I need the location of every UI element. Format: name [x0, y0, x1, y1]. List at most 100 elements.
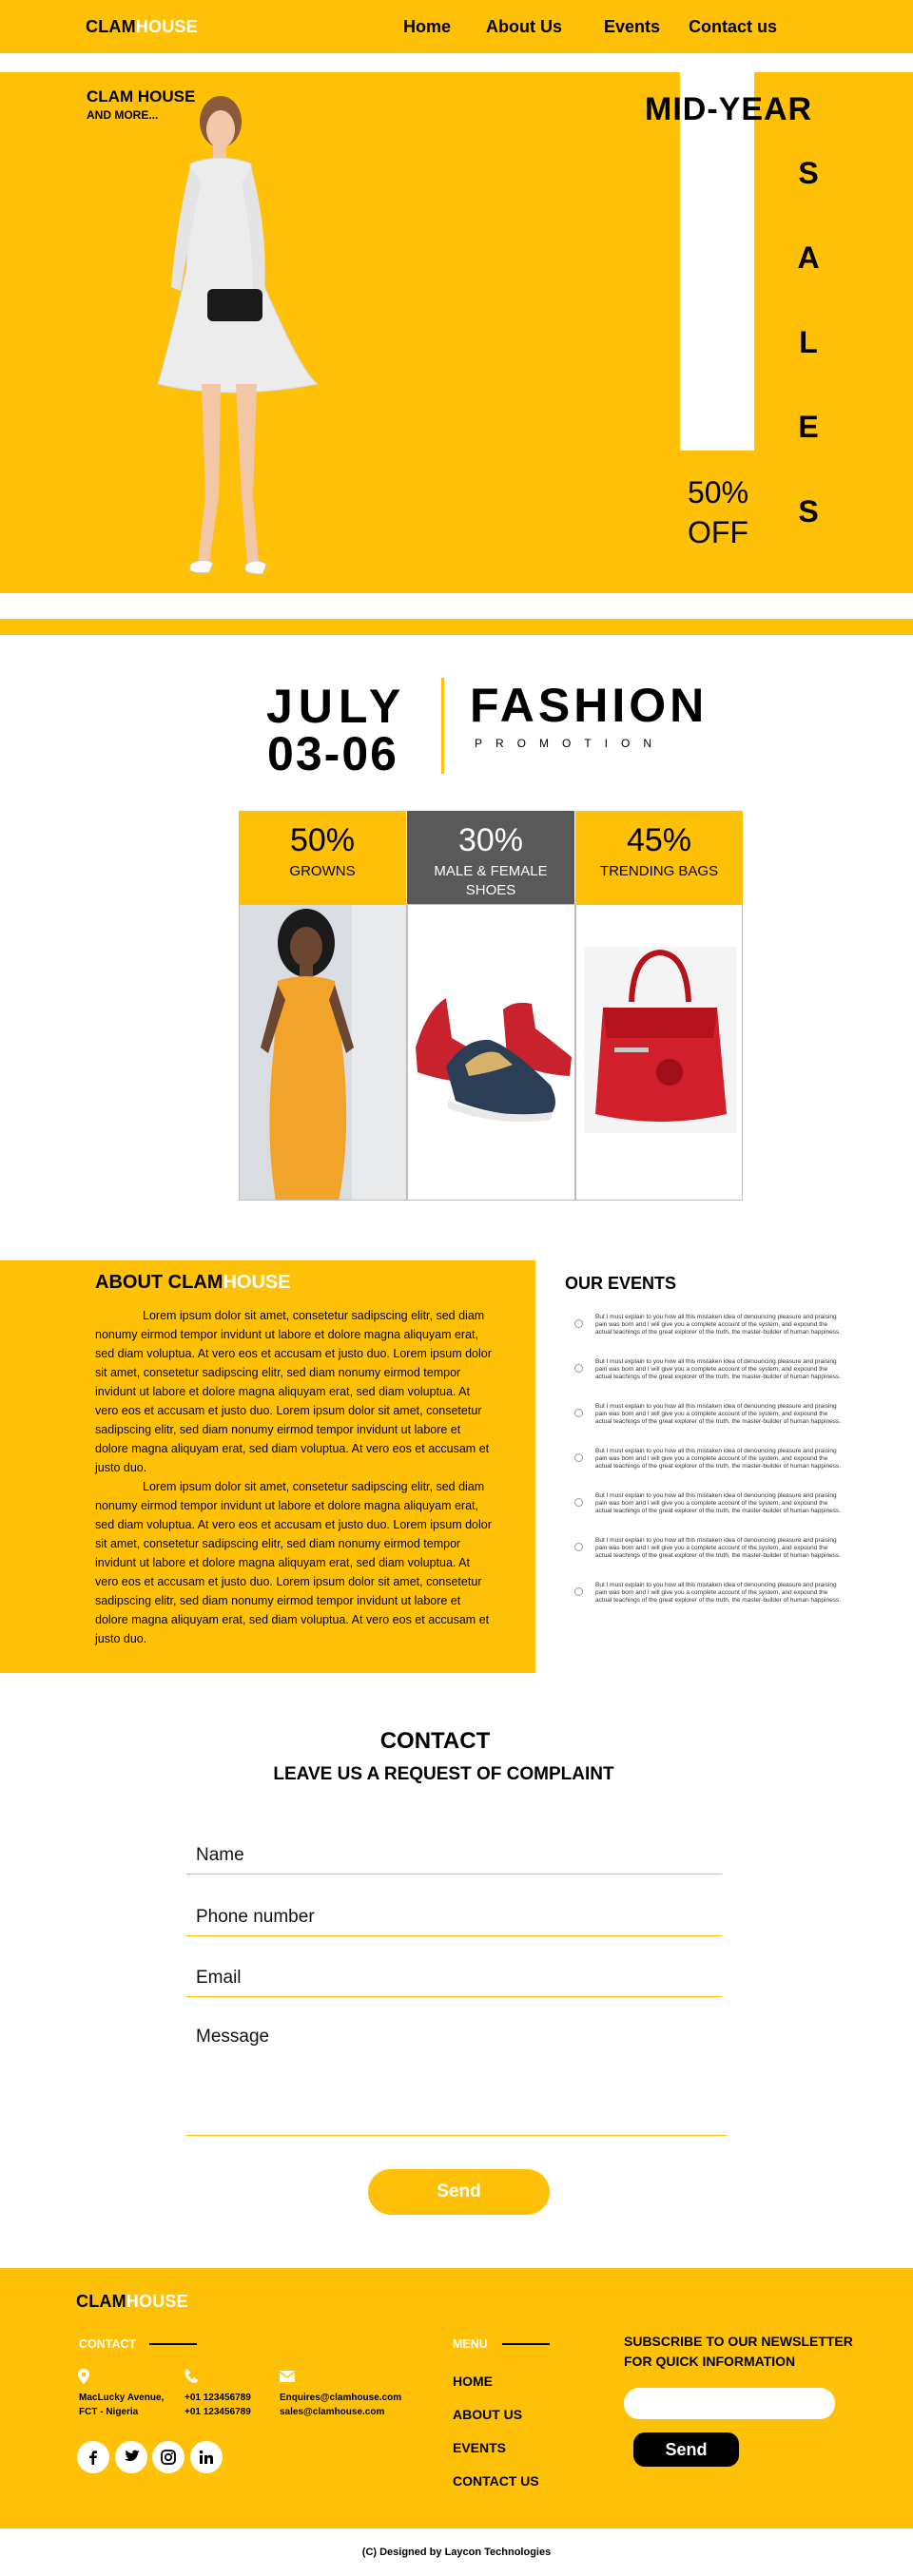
logo-light-text: HOUSE: [135, 17, 198, 36]
location-icon: [78, 2369, 89, 2384]
card-label: MALE & FEMALE SHOES: [434, 863, 548, 898]
phone-number[interactable]: +01 123456789: [185, 2391, 251, 2405]
event-bullet[interactable]: [574, 1409, 583, 1417]
event-item[interactable]: But I must explain to you how all this m…: [574, 1314, 860, 1358]
promo-divider: [441, 678, 444, 774]
contact-send-button[interactable]: Send: [368, 2169, 550, 2215]
newsletter-line: SUBSCRIBE TO OUR NEWSLETTER: [624, 2334, 853, 2349]
event-item[interactable]: But I must explain to you how all this m…: [574, 1358, 860, 1403]
footer-menu-about[interactable]: ABOUT US: [453, 2407, 522, 2422]
event-text: But I must explain to you how all this m…: [595, 1448, 841, 1470]
promo-subtitle: PROMOTION: [475, 737, 665, 750]
facebook-icon[interactable]: [77, 2441, 109, 2473]
hero-model-image: [157, 96, 320, 575]
footer-menu-home[interactable]: HOME: [453, 2374, 493, 2389]
card-percent: 45%: [626, 822, 692, 858]
bag-image[interactable]: [575, 904, 743, 1201]
promo-card-header-bags[interactable]: 45% TRENDING BAGS: [575, 811, 743, 904]
footer-phones: +01 123456789 +01 123456789: [185, 2391, 251, 2419]
sale-white-panel: [680, 72, 754, 451]
event-bullet[interactable]: [574, 1319, 583, 1328]
event-item[interactable]: But I must explain to you how all this m…: [574, 1582, 860, 1626]
gowns-image[interactable]: [239, 904, 407, 1201]
email-address[interactable]: Enquires@clamhouse.com: [280, 2391, 401, 2405]
hero-underline-bar: [0, 619, 913, 635]
promo-date: JULY 03-06: [266, 680, 407, 780]
promo-card-header-gowns[interactable]: 50% GROWNS: [239, 811, 406, 904]
card-percent: 30%: [457, 822, 524, 858]
phone-input[interactable]: [186, 1902, 722, 1936]
event-bullet[interactable]: [574, 1498, 583, 1507]
event-text: But I must explain to you how all this m…: [595, 1314, 841, 1336]
sales-letter: S: [798, 494, 819, 529]
event-item[interactable]: But I must explain to you how all this m…: [574, 1448, 860, 1492]
event-item[interactable]: But I must explain to you how all this m…: [574, 1403, 860, 1448]
linkedin-icon[interactable]: [190, 2441, 223, 2473]
footer-menu-title: MENU: [453, 2337, 488, 2351]
address-line: FCT - Nigeria: [79, 2407, 139, 2417]
nav-about-link[interactable]: About Us: [486, 17, 562, 37]
mail-icon: [280, 2371, 295, 2382]
email-address[interactable]: sales@clamhouse.com: [280, 2405, 401, 2419]
sales-letter: A: [797, 240, 820, 275]
contact-title: CONTACT: [379, 1728, 491, 1754]
email-input[interactable]: [186, 1963, 722, 1997]
nav-logo[interactable]: CLAMHOUSE: [86, 17, 198, 37]
about-title: ABOUT CLAMHOUSE: [95, 1272, 291, 1294]
event-bullet[interactable]: [574, 1587, 583, 1596]
sales-letter: S: [798, 156, 819, 190]
footer-contact-underline: [149, 2343, 197, 2345]
nav-contact-link[interactable]: Contact us: [689, 17, 777, 37]
events-title: OUR EVENTS: [565, 1274, 677, 1293]
newsletter-email-input[interactable]: [624, 2388, 835, 2419]
event-bullet[interactable]: [574, 1543, 583, 1551]
card-label: GROWNS: [289, 863, 356, 879]
footer-menu-events[interactable]: EVENTS: [453, 2440, 506, 2455]
twitter-icon[interactable]: [115, 2441, 147, 2473]
discount-percent: 50%: [687, 475, 749, 509]
promo-card-header-shoes[interactable]: 30% MALE & FEMALE SHOES: [407, 811, 574, 904]
footer-address: MacLucky Avenue, FCT - Nigeria: [79, 2391, 164, 2419]
promo-dates: 03-06: [267, 727, 398, 780]
top-navbar: CLAMHOUSE Home About Us Events Contact u…: [0, 0, 913, 53]
about-section: ABOUT CLAMHOUSE Lorem ipsum dolor sit am…: [0, 1260, 535, 1673]
nav-home-link[interactable]: Home: [403, 17, 451, 37]
event-bullet[interactable]: [574, 1453, 583, 1462]
instagram-icon[interactable]: [152, 2441, 185, 2473]
about-paragraph-1: Lorem ipsum dolor sit amet, consetetur s…: [95, 1309, 492, 1474]
newsletter-title: SUBSCRIBE TO OUR NEWSLETTER FOR QUICK IN…: [624, 2332, 853, 2372]
newsletter-line: FOR QUICK INFORMATION: [624, 2354, 796, 2369]
shoes-image[interactable]: [407, 904, 575, 1201]
footer: CLAMHOUSE CONTACT MacLucky Avenue, FCT -…: [0, 2268, 913, 2528]
event-item[interactable]: But I must explain to you how all this m…: [574, 1492, 860, 1537]
logo-dark-text: CLAM: [76, 2292, 126, 2311]
event-text: But I must explain to you how all this m…: [595, 1537, 841, 1559]
footer-emails: Enquires@clamhouse.com sales@clamhouse.c…: [280, 2391, 401, 2419]
copyright: (C) Designed by Laycon Technologies: [361, 2547, 552, 2558]
footer-menu-contact[interactable]: CONTACT US: [453, 2473, 539, 2489]
event-bullet[interactable]: [574, 1364, 583, 1373]
address-line: MacLucky Avenue,: [79, 2393, 165, 2403]
about-title-dark: ABOUT CLAM: [95, 1272, 223, 1293]
event-item[interactable]: But I must explain to you how all this m…: [574, 1537, 860, 1582]
footer-menu-underline: [502, 2343, 550, 2345]
discount-word: OFF: [688, 514, 748, 549]
phone-number[interactable]: +01 123456789: [185, 2405, 251, 2419]
event-text: But I must explain to you how all this m…: [595, 1358, 841, 1380]
newsletter-send-button[interactable]: Send: [633, 2432, 739, 2467]
name-input[interactable]: [186, 1840, 722, 1874]
phone-icon: [185, 2369, 198, 2383]
sales-letter: E: [798, 410, 819, 444]
events-list: But I must explain to you how all this m…: [574, 1314, 860, 1626]
footer-logo[interactable]: CLAMHOUSE: [76, 2292, 188, 2312]
promo-month: JULY: [266, 680, 407, 733]
message-textarea[interactable]: [186, 2025, 727, 2136]
promo-title: FASHION: [470, 679, 709, 732]
hero-banner: CLAM HOUSE AND MORE... MID-YEAR S A L E …: [0, 72, 913, 593]
card-label: TRENDING BAGS: [599, 863, 719, 879]
event-text: But I must explain to you how all this m…: [595, 1582, 841, 1604]
discount-label: 50% OFF: [677, 473, 759, 552]
hero-headline: MID-YEAR: [645, 91, 813, 127]
about-paragraph-2: Lorem ipsum dolor sit amet, consetetur s…: [95, 1480, 492, 1645]
nav-events-link[interactable]: Events: [604, 17, 660, 37]
